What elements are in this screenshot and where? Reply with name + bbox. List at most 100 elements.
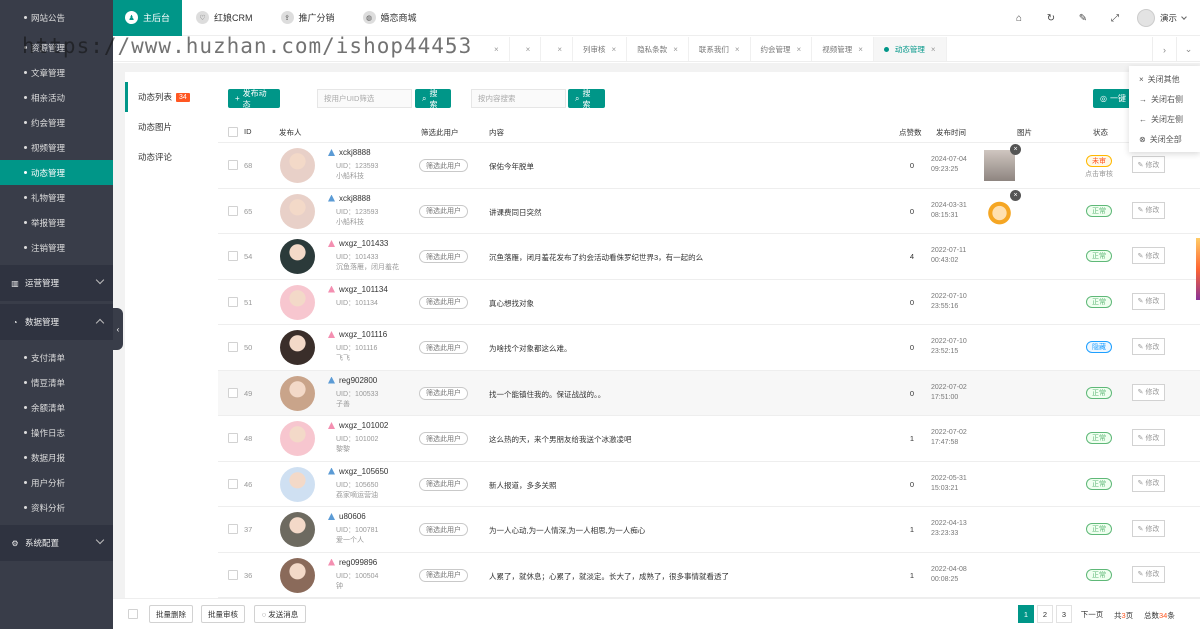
sidebar-group-ops[interactable]: ▥ 运营管理 [0, 265, 113, 301]
publish-button[interactable]: + 发布动态 [228, 89, 280, 109]
tab-item[interactable]: 联系我们 × [689, 37, 751, 61]
close-icon[interactable]: × [673, 45, 678, 54]
table-row[interactable]: 49 reg902800 UID：100533 子善 筛选此用户 找一个能镇住我的。保证战… [218, 370, 1200, 416]
context-menu-item[interactable]: ← 关闭左侧 [1129, 109, 1200, 129]
footer-select-all-checkbox[interactable] [128, 609, 138, 619]
user-photo[interactable] [280, 421, 315, 456]
edit-button[interactable]: ✎ 修改 [1132, 383, 1165, 401]
sidebar-item[interactable]: 文章管理 [0, 60, 113, 85]
close-icon[interactable]: × [612, 45, 617, 54]
close-icon[interactable]: × [735, 45, 740, 54]
user-photo[interactable] [280, 512, 315, 547]
select-all-checkbox[interactable] [228, 127, 238, 137]
table-row[interactable]: 54 wxgz_101433 UID：101433 沉鱼落雁，闭月羞花 筛选此用户 沉鱼落… [218, 234, 1200, 280]
sidebar-item[interactable]: 资料分析 [0, 495, 113, 520]
edit-button[interactable]: ✎ 修改 [1132, 201, 1165, 219]
user-name[interactable]: reg099896 [339, 558, 377, 567]
table-row[interactable]: 37 u80606 UID：100781 爱一个人 筛选此用户 为一人心动,为一人情深,为… [218, 507, 1200, 553]
user-photo[interactable] [280, 239, 315, 274]
filter-user-button[interactable]: 筛选此用户 [419, 523, 468, 536]
sidebar-item[interactable]: 注销管理 [0, 235, 113, 260]
sidebar-item[interactable]: 网站公告 [0, 5, 113, 30]
user-photo[interactable] [280, 330, 315, 365]
user-menu[interactable]: 演示 [1131, 9, 1200, 27]
close-icon[interactable]: × [797, 45, 802, 54]
page-button[interactable]: 3 [1056, 605, 1072, 623]
top-nav-item[interactable]: ◍ 婚恋商城 [349, 0, 431, 36]
sidebar-collapse-handle[interactable]: ‹ [113, 308, 123, 350]
subnav-item[interactable]: 动态列表 34 [125, 82, 218, 112]
edit-button[interactable]: ✎ 修改 [1132, 156, 1165, 173]
table-row[interactable]: 36 reg099896 UID：100504 钟 筛选此用户 人累了，就休息；心累了，就… [218, 553, 1200, 598]
close-icon[interactable]: × [494, 45, 499, 54]
row-checkbox[interactable] [228, 160, 238, 170]
delete-image-icon[interactable]: × [1010, 144, 1021, 155]
edit-button[interactable]: ✎ 修改 [1132, 247, 1165, 264]
batch-delete-button[interactable]: 批量删除 [149, 605, 193, 623]
subnav-item[interactable]: 动态评论 [125, 142, 218, 172]
refresh-icon[interactable]: ↻ [1035, 0, 1067, 36]
row-checkbox[interactable] [228, 524, 238, 534]
user-photo[interactable] [280, 466, 315, 502]
user-name[interactable]: reg902800 [339, 376, 377, 385]
filter-user-button[interactable]: 筛选此用户 [419, 568, 468, 582]
context-menu-item[interactable]: × 关闭其他 [1129, 69, 1200, 89]
table-row[interactable]: 68 xckj8888 UID：123593 小船科技 筛选此用户 保佑今年脱单 0 2024… [218, 143, 1200, 189]
table-row[interactable]: 51 wxgz_101134 UID：101134 筛选此用户 真心想找对象 0 2022-… [218, 280, 1200, 325]
delete-image-icon[interactable]: × [1010, 189, 1021, 201]
user-photo[interactable] [280, 557, 315, 593]
row-checkbox[interactable] [228, 478, 238, 489]
content-search-input[interactable]: 按内容搜索 [471, 89, 566, 108]
sidebar-item[interactable]: 数据月报 [0, 445, 113, 470]
tab-item[interactable]: 列审核 × [573, 37, 628, 61]
edit-button[interactable]: ✎ 修改 [1132, 338, 1165, 355]
close-icon[interactable]: × [931, 45, 936, 54]
close-icon[interactable]: × [526, 45, 531, 54]
sidebar-item[interactable]: 礼物管理 [0, 185, 113, 210]
cartoon-thumbnail[interactable] [984, 195, 1015, 227]
sidebar-item[interactable]: 举报管理 [0, 210, 113, 235]
batch-audit-button[interactable]: 批量审核 [201, 605, 245, 623]
row-checkbox[interactable] [228, 296, 238, 307]
tab-item[interactable]: 动态管理 × [873, 37, 947, 61]
uid-search-button[interactable]: ⌕ 搜索 [415, 89, 451, 109]
close-icon[interactable]: × [858, 45, 863, 54]
sidebar-group-data[interactable]: ◔ 数据管理 [0, 304, 113, 340]
user-name[interactable]: wxgz_101433 [339, 239, 388, 248]
photo-thumbnail[interactable] [984, 150, 1015, 181]
row-checkbox[interactable] [228, 433, 238, 443]
top-nav-item[interactable]: ⇪ 推广分销 [267, 0, 349, 36]
home-icon[interactable]: ⌂ [1003, 0, 1035, 36]
next-page-button[interactable]: 下一页 [1077, 605, 1107, 623]
filter-user-button[interactable]: 筛选此用户 [419, 477, 468, 491]
tab-item[interactable]: 视频管理 × [812, 37, 874, 61]
fullscreen-icon[interactable]: ⤢ [1099, 0, 1131, 36]
edit-button[interactable]: ✎ 修改 [1132, 520, 1165, 537]
context-menu-item[interactable]: ⊗ 关闭全部 [1129, 129, 1200, 149]
filter-user-button[interactable]: 筛选此用户 [419, 204, 468, 218]
user-photo[interactable] [280, 193, 315, 229]
tab-item[interactable]: 约会管理 × [751, 37, 813, 61]
edit-button[interactable]: ✎ 修改 [1132, 474, 1165, 492]
page-button[interactable]: 2 [1037, 605, 1053, 623]
user-name[interactable]: wxgz_101002 [339, 421, 388, 430]
uid-filter-input[interactable]: 按用户UID筛选 [317, 89, 412, 108]
batch-action-button[interactable]: ◎ 一键 [1093, 89, 1133, 108]
sidebar-item[interactable]: 资源管理 [0, 35, 113, 60]
user-name[interactable]: wxgz_101134 [339, 285, 388, 294]
sidebar-item[interactable]: 相亲活动 [0, 85, 113, 110]
sidebar-item[interactable]: 操作日志 [0, 420, 113, 445]
table-row[interactable]: 65 xckj8888 UID：123593 小船科技 筛选此用户 讲课费同日突然 0 202… [218, 189, 1200, 234]
user-name[interactable]: wxgz_101116 [339, 330, 387, 339]
tabs-menu-icon[interactable]: ⌄ [1176, 37, 1200, 61]
send-message-button[interactable]: ◌ 发送消息 [254, 605, 306, 623]
context-menu-item[interactable]: → 关闭右侧 [1129, 89, 1200, 109]
sidebar-item[interactable]: 情豆清单 [0, 370, 113, 395]
row-checkbox[interactable] [228, 342, 238, 352]
tab-item[interactable]: 隐私条款 × [627, 37, 689, 61]
audit-link[interactable]: 点击审核 [1085, 169, 1113, 179]
content-search-button[interactable]: ⌕ 搜索 [568, 89, 605, 109]
top-nav-item[interactable]: ♟ 主后台 [113, 0, 183, 36]
close-icon[interactable]: × [557, 45, 562, 54]
table-row[interactable]: 48 wxgz_101002 UID：101002 黎黎 筛选此用户 这么热的天，来个男朋… [218, 416, 1200, 462]
